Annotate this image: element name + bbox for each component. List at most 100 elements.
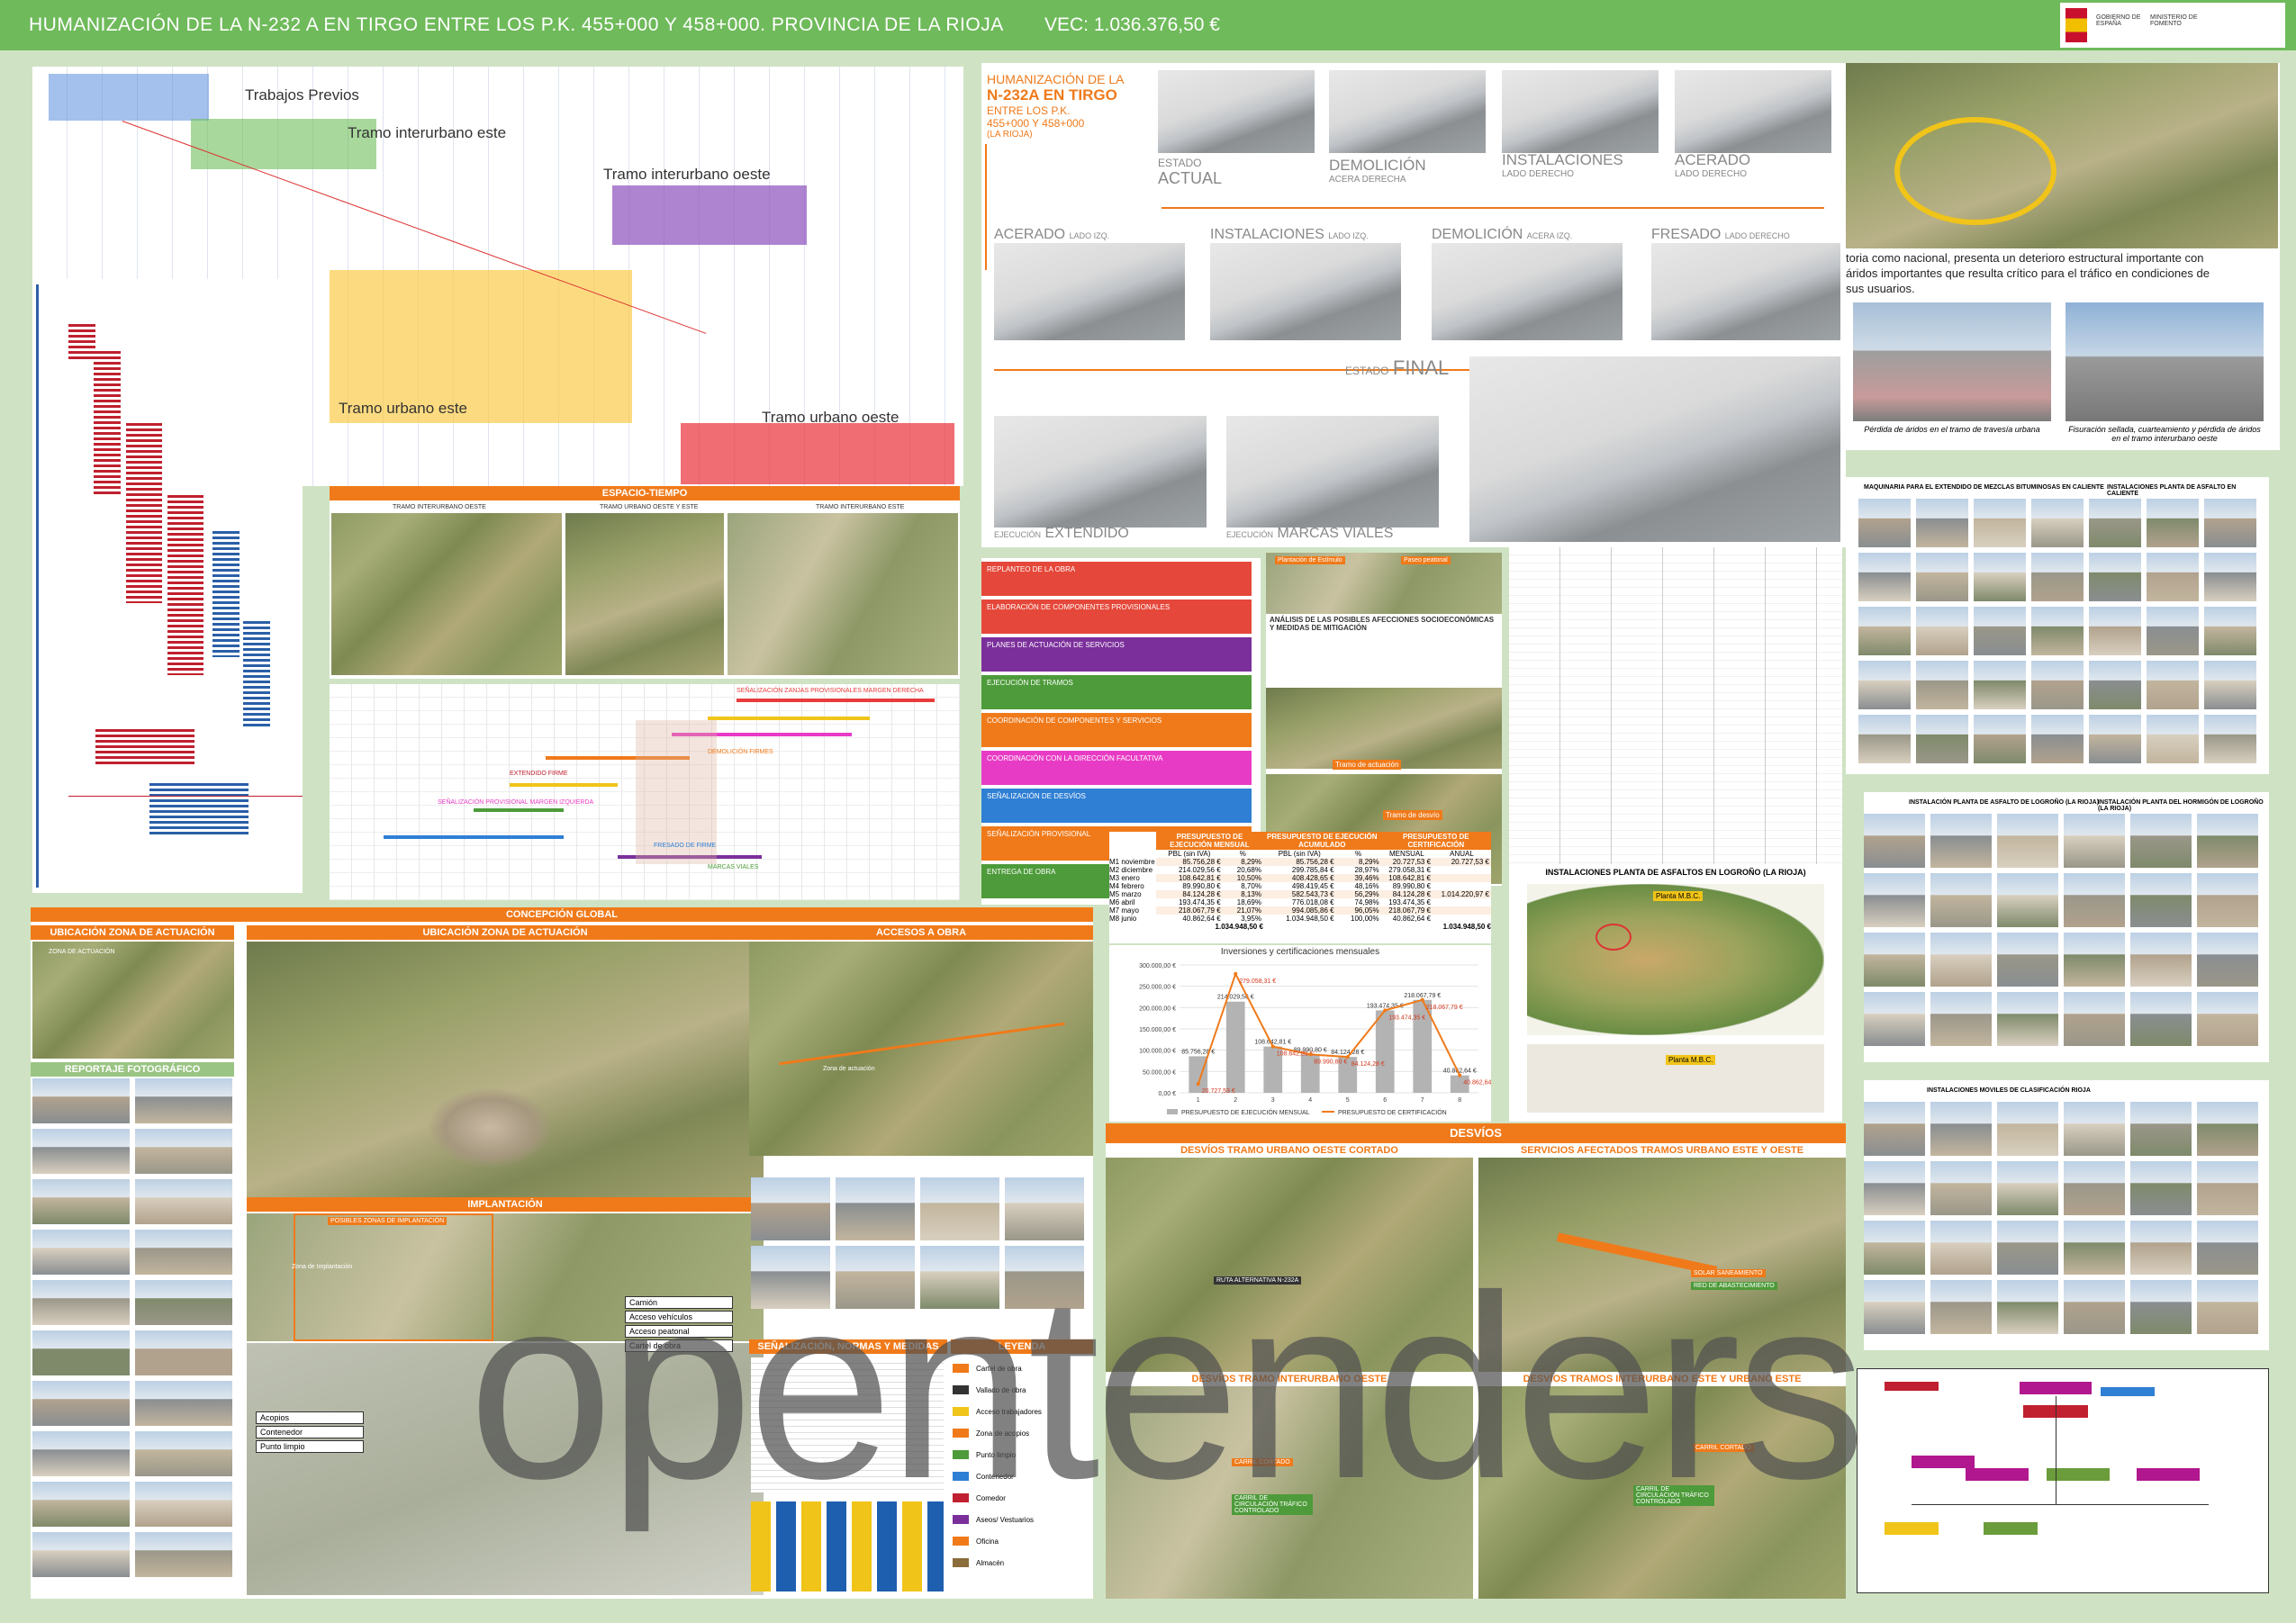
table-row: M7 mayo 218.067,79 €21,07% 994.085,86 €96,… (1109, 906, 1491, 915)
leyenda-label: Oficina (976, 1537, 999, 1546)
planta-region-map (1527, 884, 1824, 1035)
site-photo (32, 1431, 130, 1476)
tl-row-3: SEÑALIZACIÓN PROVISIONAL MARGEN IZQUIERD… (438, 799, 594, 806)
month-cell: M5 marzo (1109, 890, 1142, 898)
intro-text: toria como nacional, presenta un deterio… (1846, 251, 2210, 295)
machinery-photo (2031, 715, 2084, 763)
intro-l1: HUMANIZACIÓN DE LA (987, 72, 1125, 86)
table-cell: 40.862,64 € (1182, 915, 1221, 923)
maq-title-4: INSTALACIÓN PLANTA DEL HORMIGÓN DE LOGRO… (2098, 799, 2264, 812)
maquinaria-panel: MAQUINARIA PARA EL EXTENDIDO DE MEZCLAS … (1846, 477, 2269, 774)
y-tick-label: 300.000,00 € (1139, 963, 1176, 969)
espacio-tiempo-panel: ESPACIO-TIEMPO TRAMO INTERURBANO OESTE T… (330, 486, 960, 679)
table-cell: 18,69% (1236, 898, 1261, 906)
plant-photo (1997, 933, 2058, 987)
machinery-photo (1974, 553, 2026, 601)
accesos-map (749, 942, 1093, 1156)
machinery-photo (1858, 661, 1911, 709)
gantt-label-interurbano-oeste: Tramo interurbano oeste (603, 166, 771, 183)
plant-photo (2197, 814, 2258, 868)
intro-l2: N-232A EN TIRGO (987, 86, 1117, 104)
presupuesto-subheader: ANUAL (1450, 850, 1474, 858)
posibles-zonas-label: POSIBLES ZONAS DE IMPLANTACIÓN (328, 1217, 447, 1225)
machinery-photo (2031, 607, 2084, 655)
org-box-low-2 (1984, 1522, 2038, 1535)
bar (1189, 1056, 1208, 1093)
mobile-plant-photo (1930, 1221, 1992, 1275)
wbs-blue-step-2 (243, 621, 270, 729)
table-cell: 1.014.220,97 € (1433, 890, 1491, 898)
table-cell: 40.862,64 € (1392, 915, 1432, 923)
x-tick-label: 3 (1271, 1097, 1275, 1104)
table-row: M8 junio 40.862,64 € 3,95% 1.034.948,50 € 10… (1109, 915, 1491, 923)
machinery-photo (1858, 553, 1911, 601)
site-photo (135, 1330, 232, 1375)
table-cell: 89.990,80 € (1182, 882, 1221, 890)
presupuesto-subheader: MENSUAL (1388, 850, 1424, 858)
y-tick-label: 0,00 € (1159, 1091, 1177, 1097)
table-cell (1433, 874, 1491, 882)
ubic-small-map (32, 942, 234, 1059)
logo-gobierno: GOBIERNO DE ESPAÑA (2096, 14, 2141, 27)
presupuesto-header-row: PRESUPUESTO DE EJECUCIÓN MENSUAL PRESUPUE… (1109, 832, 1491, 850)
machinery-photo (1916, 715, 1968, 763)
machinery-photo (1974, 715, 2026, 763)
maq-title-1: MAQUINARIA PARA EL EXTENDIDO DE MEZCLAS … (1864, 484, 2104, 491)
table-cell: 8,13% (1222, 890, 1263, 898)
tl-row-2: DEMOLICIÓN FIRMES (708, 749, 773, 755)
row1-label-3: INSTALACIONES LADO DERECHO (1502, 151, 1623, 179)
wbs-diagram (32, 279, 303, 893)
table-cell: 498.419,45 € (1291, 882, 1334, 890)
machinery-photo (1858, 715, 1911, 763)
presupuesto-header: PRESUPUESTO DE EJECUCIÓN MENSUAL (1156, 832, 1263, 850)
plant-photo (2130, 873, 2192, 927)
line-label: 89.990,80 € (1314, 1059, 1347, 1065)
machinery-photo (2031, 499, 2084, 547)
process-step: ELABORACIÓN DE COMPONENTES PROVISIONALES (981, 600, 1252, 634)
phase-trabajos-previos (49, 74, 209, 121)
x-tick-label: 4 (1308, 1097, 1312, 1104)
table-cell: 193.474,35 € (1388, 898, 1432, 906)
machinery-photo (2089, 715, 2141, 763)
wbs-blue-step-1 (212, 531, 240, 657)
accesos-title: ACCESOS A OBRA (749, 925, 1093, 940)
x-tick-label: 8 (1458, 1097, 1461, 1104)
implantacion-title: IMPLANTACIÓN (247, 1197, 764, 1212)
month-cell: M6 abril (1109, 898, 1135, 906)
x-tick-label: 2 (1234, 1097, 1237, 1104)
process-step: COORDINACIÓN CON LA DIRECCIÓN FACULTATIV… (981, 751, 1252, 785)
site-photo (135, 1431, 232, 1476)
table-cell: 96,05% (1335, 906, 1381, 915)
plant-photo (2197, 992, 2258, 1046)
table-cell: 74,98% (1354, 898, 1379, 906)
ubic-big-title: UBICACIÓN ZONA DE ACTUACIÓN (247, 925, 764, 940)
presupuesto-table: PRESUPUESTO DE EJECUCIÓN MENSUAL PRESUPUE… (1109, 832, 1491, 931)
site-photo (135, 1179, 232, 1224)
leyenda-swatch (953, 1558, 969, 1567)
process-step: COORDINACIÓN DE COMPONENTES Y SERVICIOS (981, 713, 1252, 747)
render-instalaciones-dcha (1502, 70, 1659, 153)
site-photo (135, 1482, 232, 1527)
plant-photo (2197, 933, 2258, 987)
render-demolicion-izq (1432, 243, 1623, 340)
mobile-plant-photo (2197, 1161, 2258, 1215)
plant-photo (1864, 933, 1925, 987)
plant-photo (2064, 992, 2125, 1046)
machinery-photo (1974, 499, 2026, 547)
row1-label-1: ESTADO ACTUAL (1158, 157, 1223, 187)
mobile-plant-photo (2064, 1161, 2125, 1215)
table-row: M4 febrero 89.990,80 € 8,70% 498.419,45 € 48… (1109, 882, 1491, 890)
leyenda-item: Oficina (953, 1530, 1093, 1552)
presupuesto-subheader: PBL (sin IVA) (1278, 850, 1321, 858)
org-box-left-2 (1912, 1456, 1975, 1468)
table-cell: 20.727,53 € (1380, 858, 1433, 866)
org-box-right-1 (2101, 1387, 2155, 1396)
table-cell: 85.756,28 € (1262, 858, 1336, 866)
resources-table-gridlines (1509, 547, 1842, 864)
chart-panel: Inversiones y certificaciones mensuales … (1109, 945, 1491, 1122)
machinery-photo (2031, 553, 2084, 601)
presupuesto-header: PRESUPUESTO DE EJECUCIÓN ACUMULADO (1262, 832, 1381, 850)
machinery-photo (2089, 553, 2141, 601)
site-photo (135, 1381, 232, 1426)
access-photo (1005, 1177, 1084, 1240)
